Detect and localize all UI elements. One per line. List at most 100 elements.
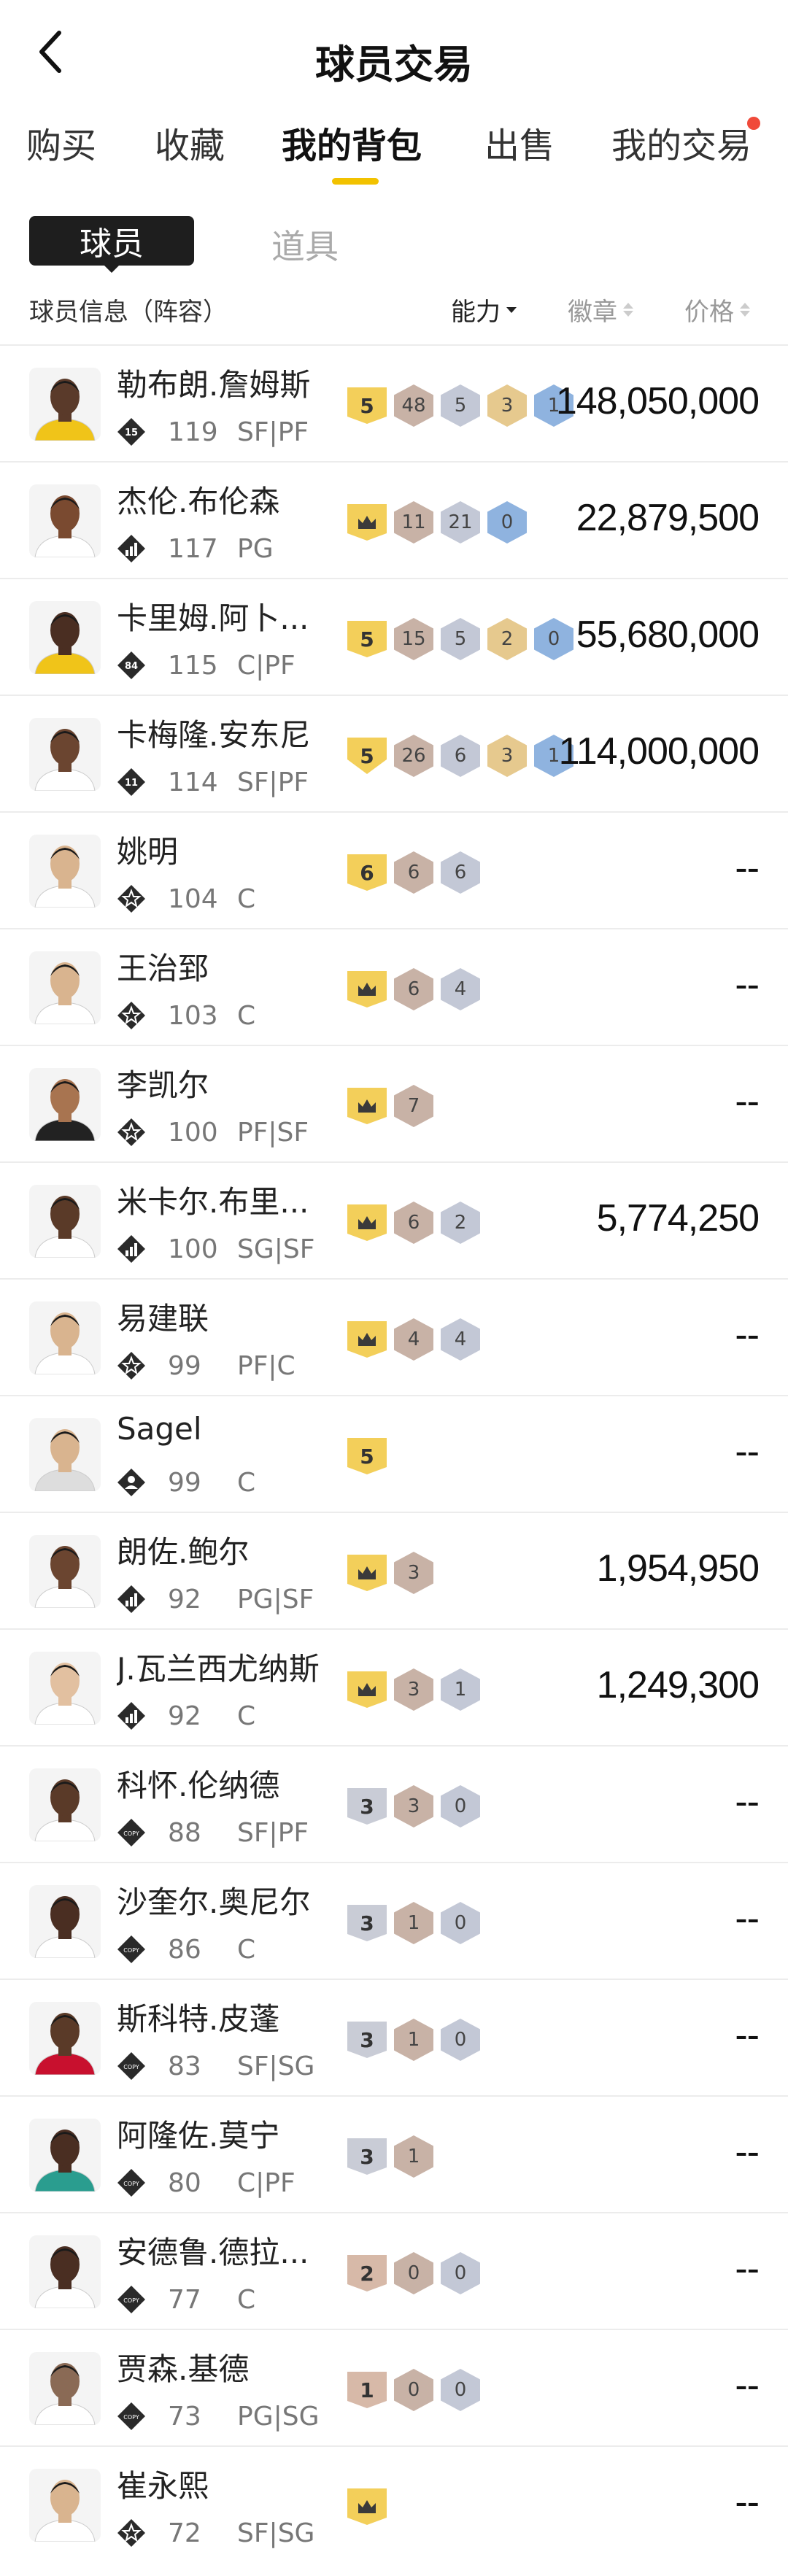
player-price: -- [735, 2131, 760, 2173]
sort-icon [623, 303, 633, 317]
rank-diamond-icon: COPY [117, 1818, 146, 1847]
sort-price[interactable]: 价格 [684, 292, 750, 328]
player-row[interactable]: 沙奎尔.奥尼尔 COPY 86 C 3 1 0 -- [0, 1862, 788, 1979]
player-row[interactable]: 李凯尔 100 PF|SF 7 -- [0, 1045, 788, 1161]
badge-count: 0 [534, 618, 573, 660]
player-row[interactable]: 米卡尔.布里... 100 SG|SF 6 2 5,774,250 [0, 1161, 788, 1278]
player-price: -- [735, 1431, 760, 1473]
tab-buy[interactable]: 购买 [26, 117, 96, 168]
player-avatar [29, 1535, 101, 1608]
tier-crown-icon [347, 1204, 387, 1241]
badge-group: 11 21 0 [347, 501, 527, 544]
tab-my-backpack[interactable]: 我的背包 [282, 117, 422, 168]
player-name: 易建联 [117, 1301, 209, 1337]
badge-count: 1 [394, 1902, 433, 1944]
player-rating: 72 [168, 2518, 201, 2548]
player-row[interactable]: 易建联 99 PF|C 4 4 -- [0, 1278, 788, 1395]
badge-group: 3 [347, 1552, 433, 1594]
player-position: SF|SG [237, 2051, 315, 2081]
badge-count: 0 [441, 1902, 480, 1944]
player-name: 沙奎尔.奥尼尔 [117, 1884, 311, 1920]
player-rating: 114 [168, 767, 218, 797]
sort-ability[interactable]: 能力 [451, 292, 517, 328]
player-rating: 103 [168, 1001, 218, 1031]
player-row[interactable]: J.瓦兰西尤纳斯 92 C 3 1 1,249,300 [0, 1628, 788, 1745]
subtab-items[interactable]: 道具 [271, 220, 339, 268]
badge-group: 5 48 5 3 1 [347, 384, 573, 427]
player-price: -- [735, 2481, 760, 2523]
top-bar: 球员交易 [0, 0, 788, 102]
player-avatar [29, 1068, 101, 1141]
player-position: C [237, 1001, 256, 1031]
player-row[interactable]: 斯科特.皮蓬 COPY 83 SF|SG 3 1 0 -- [0, 1979, 788, 2095]
badge-group: 310 [347, 2019, 480, 2061]
badge-group: 5 26 6 3 1 [347, 735, 573, 777]
player-row[interactable]: 贾森.基德 COPY 73 PG|SG 1 0 0 -- [0, 2329, 788, 2445]
player-row[interactable]: 安德鲁.德拉... COPY 77 C 2 0 0 -- [0, 2212, 788, 2329]
sub-tabs: 球员 道具 [0, 216, 788, 273]
rank-diamond-icon: 15 [117, 417, 146, 446]
player-rating: 86 [168, 1935, 201, 1965]
player-position: C [237, 884, 256, 914]
player-row[interactable]: 朗佐.鲍尔 92 PG|SF 3 1,954,950 [0, 1512, 788, 1628]
badge-group: 7 [347, 1085, 433, 1127]
tier-badge: 3 [347, 1788, 387, 1825]
player-row[interactable]: Sagel 99 C 5 -- [0, 1395, 788, 1512]
tier-badge: 3 [347, 2022, 387, 2058]
rank-diamond-icon [117, 534, 146, 563]
player-avatar [29, 1768, 101, 1841]
player-position: C [237, 1468, 256, 1498]
badge-count: 3 [487, 735, 527, 777]
player-position: SF|PF [237, 417, 309, 447]
player-avatar [29, 1185, 101, 1258]
player-row[interactable]: 崔永熙 72 SF|SG -- [0, 2445, 788, 2562]
tier-badge: 6 [347, 854, 387, 891]
player-position: SG|SF [237, 1234, 315, 1264]
badge-count: 0 [441, 1785, 480, 1827]
rank-diamond-icon: COPY [117, 2051, 146, 2081]
player-row[interactable]: 阿隆佐.莫宁 COPY 80 C|PF 3 1 -- [0, 2095, 788, 2212]
tab-sell[interactable]: 出售 [484, 117, 555, 168]
badge-count: 3 [394, 1785, 433, 1827]
player-avatar [29, 718, 101, 791]
player-row[interactable]: 姚明 104 C 6 6 6 -- [0, 811, 788, 928]
player-price: 5,774,250 [596, 1197, 760, 1239]
player-rating: 83 [168, 2051, 201, 2081]
player-name: 斯科特.皮蓬 [117, 2001, 280, 2037]
player-avatar [29, 1301, 101, 1374]
player-price: 22,879,500 [576, 497, 760, 539]
player-row[interactable]: 卡梅隆.安东尼 11 114 SF|PF 5 26 6 3 1 114,000,000 [0, 695, 788, 811]
tier-crown-icon [347, 2488, 387, 2525]
main-tabs: 购买 收藏 我的背包 出售 我的交易 [0, 117, 788, 190]
rank-diamond-icon [117, 1234, 146, 1264]
badge-count: 4 [441, 968, 480, 1010]
player-row[interactable]: 王治郅 103 C 6 4 -- [0, 928, 788, 1045]
svg-text:COPY: COPY [123, 2297, 139, 2304]
sort-badge[interactable]: 徽章 [568, 292, 633, 328]
player-name: 安德鲁.德拉... [117, 2235, 309, 2270]
player-rating: 100 [168, 1234, 218, 1264]
rank-diamond-icon [117, 1001, 146, 1030]
player-position: C [237, 2285, 256, 2315]
rank-diamond-icon: 84 [117, 651, 146, 680]
player-row[interactable]: 杰伦.布伦森 117 PG 11 21 0 22,879,500 [0, 461, 788, 578]
tab-favorites[interactable]: 收藏 [155, 117, 225, 168]
sort-icon [740, 303, 750, 317]
player-row[interactable]: 勒布朗.詹姆斯 15 119 SF|PF 5 48 5 3 1 148,050,000 [0, 344, 788, 461]
badge-count: 0 [441, 2019, 480, 2061]
badge-group: 310 [347, 1902, 480, 1944]
subtab-notch [103, 264, 120, 273]
player-name: 米卡尔.布里... [117, 1184, 309, 1220]
player-avatar [29, 601, 101, 674]
player-rating: 119 [168, 417, 218, 447]
tab-my-trades[interactable]: 我的交易 [611, 117, 752, 168]
player-row[interactable]: 科怀.伦纳德 COPY 88 SF|PF 3 3 0 -- [0, 1745, 788, 1862]
subtab-players[interactable]: 球员 [29, 216, 194, 266]
player-rating: 100 [168, 1118, 218, 1148]
player-price: -- [735, 1314, 760, 1356]
player-rating: 117 [168, 534, 218, 564]
player-row[interactable]: 卡里姆.阿卜... 84 115 C|PF 5 15 5 2 0 55,680,000 [0, 578, 788, 695]
player-avatar [29, 2235, 101, 2308]
badge-count: 1 [394, 2135, 433, 2178]
player-avatar [29, 2469, 101, 2542]
